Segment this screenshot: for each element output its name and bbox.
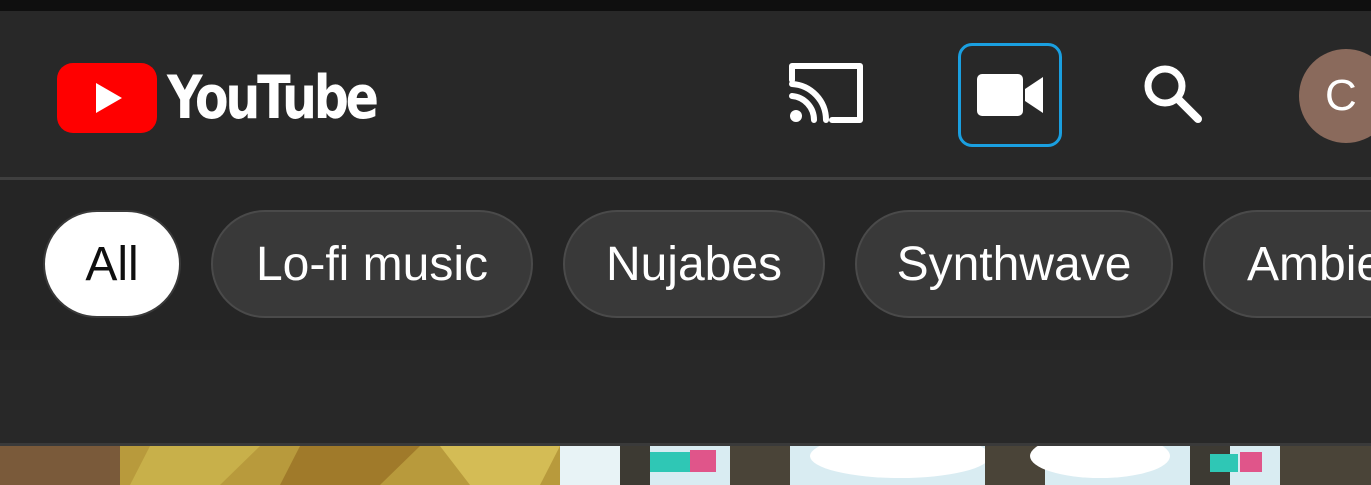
youtube-logo[interactable]: YouTube	[57, 58, 422, 138]
chip-bar: All Lo-fi music Nujabes Synthwave Ambie	[0, 180, 1371, 350]
logo-wordmark: YouTube	[167, 63, 379, 133]
search-icon	[1144, 65, 1202, 123]
feed-spacer	[0, 350, 1371, 443]
chip-label: All	[85, 237, 139, 291]
chip-nujabes[interactable]: Nujabes	[563, 210, 825, 318]
chip-all[interactable]: All	[43, 210, 181, 318]
create-video-button[interactable]	[958, 43, 1062, 147]
cast-button[interactable]	[775, 43, 875, 143]
video-thumbnail[interactable]	[0, 446, 1371, 485]
thumbnail-artwork	[0, 446, 1371, 485]
chip-label: Lo-fi music	[255, 237, 489, 291]
status-bar-strip	[0, 0, 1371, 11]
chip-label: Synthwave	[896, 237, 1132, 291]
chip-synthwave[interactable]: Synthwave	[855, 210, 1173, 318]
avatar[interactable]: C	[1299, 49, 1371, 143]
video-camera-icon	[977, 74, 1043, 116]
chip-ambient[interactable]: Ambie	[1203, 210, 1371, 318]
app-header: YouTube C	[0, 11, 1371, 177]
chip-lofi-music[interactable]: Lo-fi music	[211, 210, 533, 318]
play-icon	[57, 63, 157, 133]
chip-label: Ambie	[1247, 237, 1371, 291]
avatar-initial: C	[1325, 71, 1357, 120]
chip-label: Nujabes	[605, 237, 783, 291]
search-button[interactable]	[1122, 43, 1222, 143]
cast-icon	[789, 63, 863, 123]
